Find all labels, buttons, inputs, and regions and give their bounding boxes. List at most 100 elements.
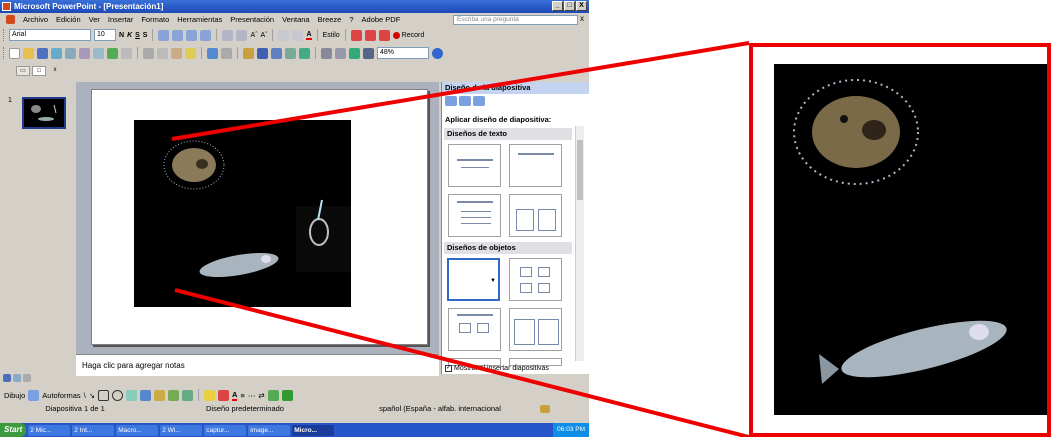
task-pane-title[interactable]: Diseño de la diapositiva (442, 82, 589, 94)
undo-icon[interactable] (207, 47, 218, 59)
insert-picture-icon[interactable] (285, 47, 296, 59)
grow-font-button[interactable]: Aˆ (250, 32, 257, 39)
close-button[interactable]: X (576, 1, 587, 11)
expand-all-icon[interactable] (321, 47, 332, 59)
picture-icon[interactable] (182, 389, 194, 401)
fill-color-icon[interactable] (204, 389, 216, 401)
document-icon[interactable] (6, 15, 15, 24)
pdf-email-icon[interactable] (364, 29, 376, 41)
menu-insertar[interactable]: Insertar (108, 15, 133, 24)
copy-icon[interactable] (157, 47, 168, 59)
permission-icon[interactable] (51, 47, 62, 59)
grid-icon[interactable] (349, 47, 360, 59)
decrease-indent-icon[interactable] (278, 29, 290, 41)
checkbox-icon[interactable]: ✓ (445, 365, 452, 372)
shrink-font-button[interactable]: Aˇ (260, 32, 267, 39)
show-on-insert-checkbox[interactable]: ✓ Mostrar al insertar diapositivas (445, 365, 549, 372)
table-icon[interactable] (257, 47, 268, 59)
menu-help[interactable]: ? (349, 15, 353, 24)
menu-adobe-pdf[interactable]: Adobe PDF (362, 15, 401, 24)
numbered-list-icon[interactable] (222, 29, 234, 41)
menu-ventana[interactable]: Ventana (282, 15, 310, 24)
wordart-icon[interactable] (140, 389, 152, 401)
formatting-icon[interactable] (335, 47, 346, 59)
line-color-icon[interactable] (218, 389, 230, 401)
bullet-list-icon[interactable] (236, 29, 248, 41)
color-grayscale-icon[interactable] (363, 47, 374, 59)
email-icon[interactable] (65, 47, 76, 59)
tables-borders-icon[interactable] (271, 47, 282, 59)
draw-menu[interactable]: Dibujo (4, 391, 25, 400)
layout-title-two-content[interactable] (509, 308, 562, 351)
pdf-convert-icon[interactable] (350, 29, 362, 41)
layout-two-columns[interactable] (509, 194, 562, 237)
maximize-button[interactable]: □ (564, 1, 575, 11)
slideshow-view-icon[interactable] (22, 374, 31, 382)
print-icon[interactable] (79, 47, 90, 59)
forward-icon[interactable] (459, 96, 471, 106)
pdf-review-icon[interactable] (378, 29, 390, 41)
bold-button[interactable]: N (119, 32, 124, 39)
layout-title-slide[interactable] (448, 144, 501, 187)
font-size-select[interactable]: 10 (94, 29, 116, 41)
layout-title-only[interactable] (509, 144, 562, 187)
redo-icon[interactable] (221, 47, 232, 59)
tab-outline[interactable]: ▭ (16, 66, 30, 76)
shadow-style-icon[interactable] (267, 389, 279, 401)
slide-picture[interactable] (134, 120, 352, 307)
help-icon[interactable] (432, 47, 443, 59)
tab-slides[interactable]: □ (32, 66, 46, 76)
zoom-select[interactable]: 48% (377, 47, 429, 59)
sorter-view-icon[interactable] (12, 374, 21, 382)
layout-content[interactable] (509, 258, 562, 301)
minimize-button[interactable]: _ (552, 1, 563, 11)
menu-formato[interactable]: Formato (141, 15, 169, 24)
cut-icon[interactable] (143, 47, 154, 59)
slide-thumbnail[interactable] (22, 97, 66, 129)
arrow-style-icon[interactable]: ⇄ (258, 391, 264, 400)
font-color-button[interactable]: A (306, 31, 312, 40)
line-icon[interactable]: \ (84, 391, 86, 400)
scroll-thumb[interactable] (577, 140, 583, 200)
taskbar-button-micro[interactable]: Micro... (292, 424, 335, 436)
menu-edicion[interactable]: Edición (56, 15, 81, 24)
align-center-icon[interactable] (172, 29, 184, 41)
3d-style-icon[interactable] (281, 389, 293, 401)
system-tray-clock[interactable]: 06:03 PM (553, 423, 589, 437)
taskbar-button-image[interactable]: image... (248, 424, 291, 436)
dash-style-icon[interactable]: ⋯ (248, 391, 256, 400)
italic-button[interactable]: K (127, 32, 132, 39)
shadow-button[interactable]: S (143, 32, 148, 39)
menu-presentacion[interactable]: Presentación (230, 15, 274, 24)
save-icon[interactable] (37, 47, 48, 59)
hyperlink-icon[interactable] (299, 47, 310, 59)
toolbar-grip[interactable] (3, 29, 6, 41)
close-document-button[interactable]: x (580, 14, 584, 23)
menu-herramientas[interactable]: Herramientas (177, 15, 222, 24)
task-pane-scrollbar[interactable] (575, 126, 584, 361)
notes-pane[interactable]: Haga clic para agregar notas (76, 354, 439, 376)
select-objects-icon[interactable] (28, 389, 40, 401)
ask-question-input[interactable]: Escriba una pregunta (453, 15, 578, 25)
start-button[interactable]: Start (0, 423, 27, 437)
taskbar-button-mic[interactable]: 2 Mic... (28, 424, 71, 436)
design-button[interactable]: Estilo (323, 32, 340, 39)
home-icon[interactable] (473, 96, 485, 106)
font-color-icon[interactable]: A (232, 390, 238, 401)
increase-indent-icon[interactable] (292, 29, 304, 41)
format-painter-icon[interactable] (185, 47, 196, 59)
font-select[interactable]: Arial (9, 29, 91, 41)
open-icon[interactable] (23, 47, 34, 59)
taskbar-button-int[interactable]: 2 Int... (72, 424, 115, 436)
underline-button[interactable]: S (135, 32, 140, 39)
layout-blank-selected[interactable]: ▼ (447, 258, 500, 301)
align-right-icon[interactable] (186, 29, 198, 41)
chart-icon[interactable] (243, 47, 254, 59)
text-layouts-header[interactable]: Diseños de texto (444, 128, 572, 140)
arrow-icon[interactable]: ↘ (89, 391, 95, 400)
preview-icon[interactable] (93, 47, 104, 59)
taskbar-button-wi[interactable]: 2 Wi... (160, 424, 203, 436)
new-icon[interactable] (9, 47, 20, 59)
textbox-icon[interactable] (126, 389, 138, 401)
toolbar-grip[interactable] (3, 47, 6, 59)
